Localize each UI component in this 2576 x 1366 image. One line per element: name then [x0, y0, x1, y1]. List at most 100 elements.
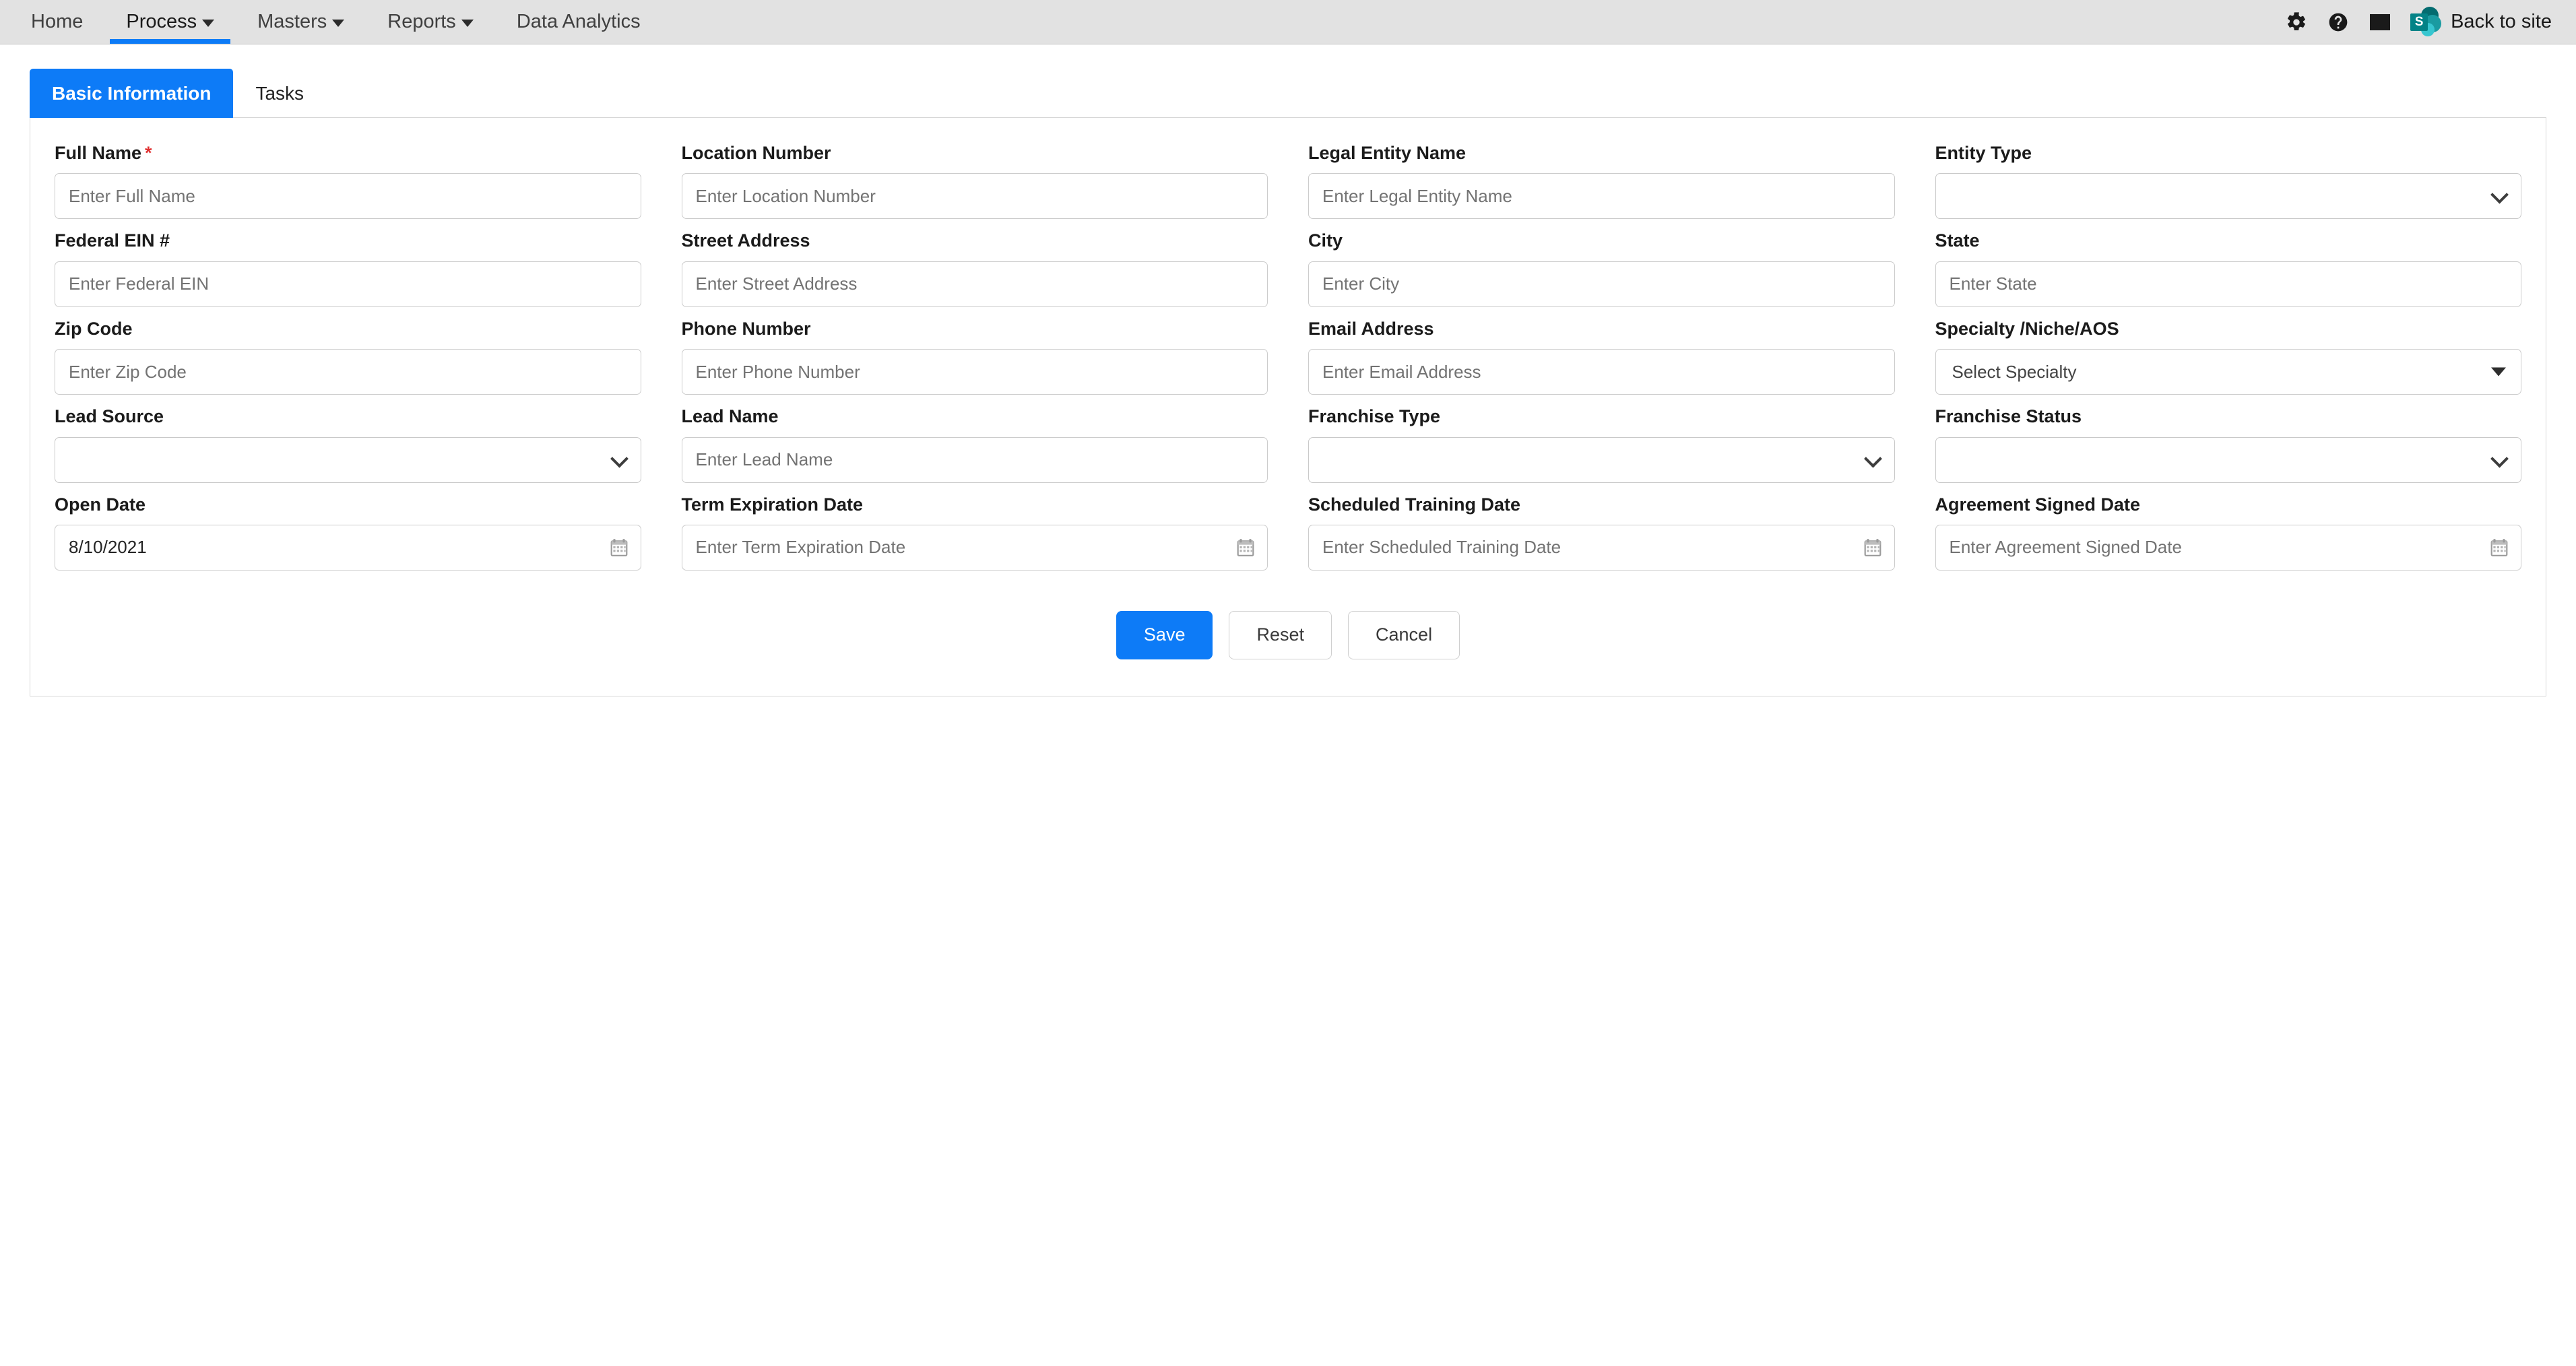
input-scheduled-training-date[interactable] [1308, 524, 1895, 571]
chevron-down-icon [202, 20, 215, 27]
select-entity-type[interactable] [1935, 173, 2521, 220]
input-state[interactable] [1935, 261, 2521, 307]
dropdown-placeholder: Select Specialty [1952, 361, 2077, 382]
field-label-city: City [1308, 230, 1895, 251]
control-wrapper-specialty-niche-aos: Select Specialty [1935, 349, 2521, 395]
tab-tasks[interactable]: Tasks [233, 69, 326, 118]
field-agreement-signed-date: Agreement Signed Date [1935, 494, 2522, 571]
field-label-specialty-niche-aos: Specialty /Niche/AOS [1935, 318, 2522, 339]
control-wrapper-lead-name [681, 436, 1268, 483]
field-franchise-type: Franchise Type [1308, 405, 1895, 483]
input-federal-ein[interactable] [55, 261, 641, 307]
field-email-address: Email Address [1308, 318, 1895, 395]
label-text: Term Expiration Date [681, 494, 864, 515]
input-street-address[interactable] [681, 261, 1268, 307]
input-open-date[interactable] [55, 524, 641, 571]
input-lead-name[interactable] [681, 436, 1268, 483]
reset-button[interactable]: Reset [1229, 610, 1332, 659]
label-text: Open Date [55, 494, 146, 515]
nav-item-home[interactable]: Home [9, 0, 104, 44]
control-wrapper-federal-ein [55, 261, 641, 307]
field-label-agreement-signed-date: Agreement Signed Date [1935, 494, 2522, 515]
save-button[interactable]: Save [1116, 610, 1213, 659]
field-city: City [1308, 230, 1895, 307]
field-scheduled-training-date: Scheduled Training Date [1308, 494, 1895, 571]
chevron-down-icon [613, 452, 626, 465]
help-circle-icon[interactable] [2317, 0, 2359, 44]
gear-icon[interactable] [2276, 0, 2317, 44]
input-zip-code[interactable] [55, 349, 641, 395]
dropdown-specialty-niche-aos[interactable]: Select Specialty [1935, 349, 2521, 395]
envelope-icon[interactable] [2359, 0, 2401, 44]
field-lead-source: Lead Source [55, 405, 641, 483]
control-wrapper-lead-source [55, 436, 641, 483]
chevron-down-icon [2493, 452, 2506, 465]
label-text: Location Number [681, 143, 831, 163]
basic-information-panel: Full Name* Location Number Legal Entity Na… [30, 117, 2546, 696]
control-wrapper-email-address [1308, 349, 1895, 395]
nav-item-reports[interactable]: Reports [366, 0, 495, 44]
chevron-down-icon [1867, 452, 1879, 465]
control-wrapper-full-name [55, 173, 641, 220]
required-asterisk: * [145, 143, 152, 163]
field-label-term-expiration-date: Term Expiration Date [682, 494, 1268, 515]
field-label-legal-entity-name: Legal Entity Name [1308, 142, 1895, 164]
control-wrapper-location-number [681, 173, 1268, 220]
field-label-lead-name: Lead Name [682, 405, 1268, 427]
form-grid: Full Name* Location Number Legal Entity Na… [55, 142, 2521, 571]
input-legal-entity-name[interactable] [1308, 173, 1895, 220]
select-lead-source[interactable] [55, 436, 641, 483]
nav-item-label: Home [31, 11, 84, 32]
page-body: Basic Information Tasks Full Name* Locatio… [0, 65, 2576, 696]
label-text: Scheduled Training Date [1308, 494, 1521, 515]
nav-item-data-analytics[interactable]: Data Analytics [495, 0, 662, 44]
field-location-number: Location Number [681, 142, 1268, 220]
field-open-date: Open Date [55, 494, 641, 571]
input-agreement-signed-date[interactable] [1935, 524, 2521, 571]
back-to-site-label: Back to site [2451, 11, 2552, 32]
label-text: Lead Name [681, 406, 779, 427]
control-wrapper-franchise-status [1935, 436, 2521, 483]
chevron-down-icon [2493, 189, 2506, 201]
control-wrapper-street-address [681, 261, 1268, 307]
select-franchise-type[interactable] [1308, 436, 1895, 483]
top-navbar: Home Process Masters Reports Data Analytics … [0, 0, 2576, 44]
field-label-full-name: Full Name * [55, 142, 641, 164]
back-to-site-link[interactable]: S Back to site [2401, 6, 2552, 38]
field-street-address: Street Address [681, 230, 1268, 307]
label-text: Full Name [55, 143, 142, 163]
navbar-actions: S Back to site [2276, 0, 2576, 44]
chevron-down-icon [332, 20, 345, 27]
field-label-phone-number: Phone Number [682, 318, 1268, 339]
field-state: State [1935, 230, 2521, 307]
nav-item-label: Masters [257, 11, 327, 32]
nav-item-process[interactable]: Process [104, 0, 236, 44]
field-franchise-status: Franchise Status [1935, 405, 2522, 483]
field-label-lead-source: Lead Source [55, 405, 641, 427]
input-term-expiration-date[interactable] [681, 524, 1268, 571]
tab-label: Basic Information [52, 83, 212, 104]
label-text: Legal Entity Name [1308, 143, 1467, 163]
input-full-name[interactable] [55, 173, 641, 220]
input-email-address[interactable] [1308, 349, 1895, 395]
control-wrapper-legal-entity-name [1308, 173, 1895, 220]
input-city[interactable] [1308, 261, 1895, 307]
field-entity-type: Entity Type [1935, 142, 2522, 220]
input-location-number[interactable] [681, 173, 1268, 220]
field-label-street-address: Street Address [682, 230, 1268, 251]
field-label-email-address: Email Address [1308, 318, 1895, 339]
field-label-franchise-status: Franchise Status [1935, 405, 2522, 427]
field-label-franchise-type: Franchise Type [1308, 405, 1895, 427]
label-text: Federal EIN # [55, 230, 170, 251]
label-text: State [1935, 230, 1980, 251]
sharepoint-logo-letter: S [2410, 13, 2428, 31]
field-label-entity-type: Entity Type [1935, 142, 2522, 164]
field-label-zip-code: Zip Code [55, 318, 641, 339]
tab-basic-information[interactable]: Basic Information [30, 69, 234, 118]
input-phone-number[interactable] [681, 349, 1268, 395]
nav-item-masters[interactable]: Masters [236, 0, 366, 44]
select-franchise-status[interactable] [1935, 436, 2521, 483]
cancel-button[interactable]: Cancel [1348, 610, 1460, 659]
field-label-location-number: Location Number [682, 142, 1268, 164]
nav-item-label: Data Analytics [516, 11, 641, 32]
